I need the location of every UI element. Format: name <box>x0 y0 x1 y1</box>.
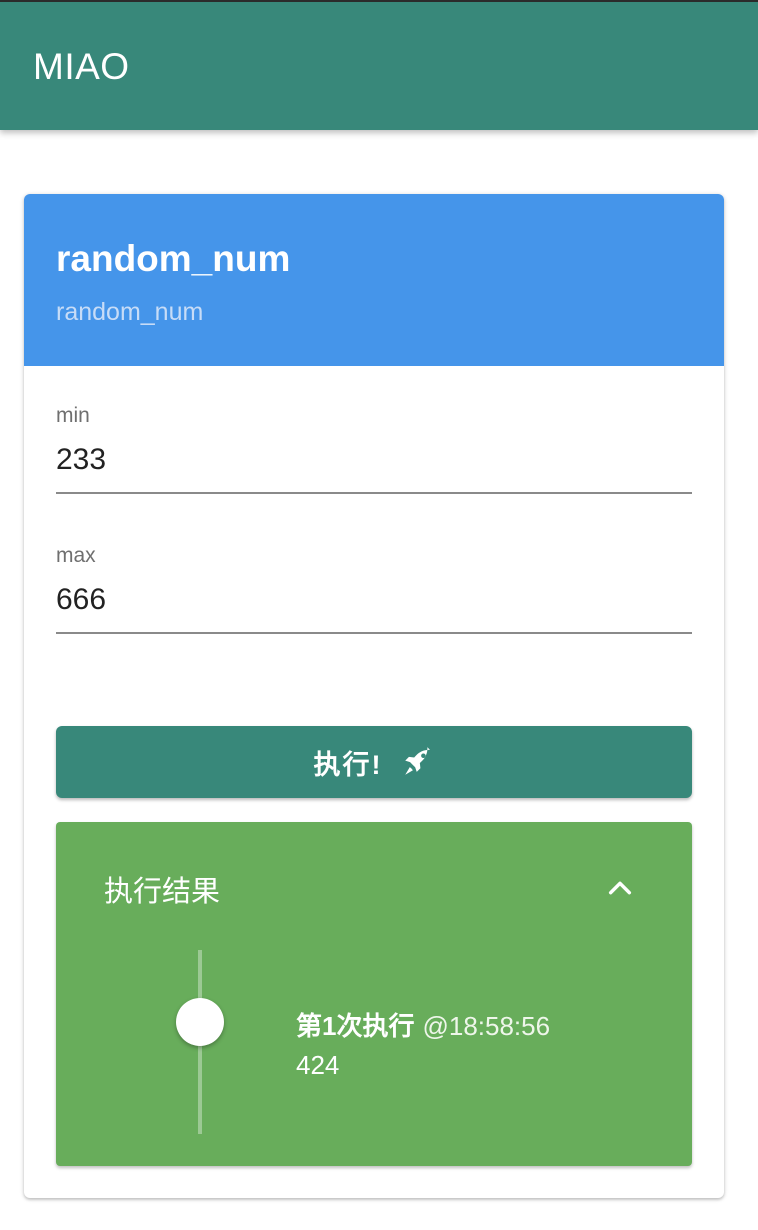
entry-value: 424 <box>296 1050 340 1080</box>
rocket-icon <box>401 745 435 779</box>
app-title: MIAO <box>33 46 130 87</box>
run-button[interactable]: 执行! <box>56 726 692 798</box>
function-card: random_num random_num min max 执行! 执行结果 <box>24 194 724 1198</box>
chevron-up-icon[interactable] <box>604 872 636 904</box>
app-bar: MIAO <box>0 0 758 130</box>
result-panel-title: 执行结果 <box>104 876 221 908</box>
entry-label: 第1次执行 <box>296 1011 415 1041</box>
timeline-entry-heading: 第1次执行 @18:58:56 <box>296 1006 550 1043</box>
timeline-dot <box>176 998 224 1046</box>
min-input[interactable] <box>56 440 692 480</box>
result-panel-header[interactable]: 执行结果 <box>56 822 692 950</box>
run-button-label: 执行! <box>313 749 383 780</box>
max-input[interactable] <box>56 580 692 620</box>
max-field-label: max <box>56 544 96 567</box>
max-field: max <box>56 544 692 634</box>
min-field-label: min <box>56 404 90 427</box>
card-header: random_num random_num <box>24 194 724 366</box>
entry-time: @18:58:56 <box>422 1011 551 1041</box>
card-subtitle: random_num <box>56 298 204 326</box>
result-panel: 执行结果 第1次执行 @18:58:56 424 <box>56 822 692 1166</box>
card-title: random_num <box>56 238 291 279</box>
min-field: min <box>56 404 692 494</box>
